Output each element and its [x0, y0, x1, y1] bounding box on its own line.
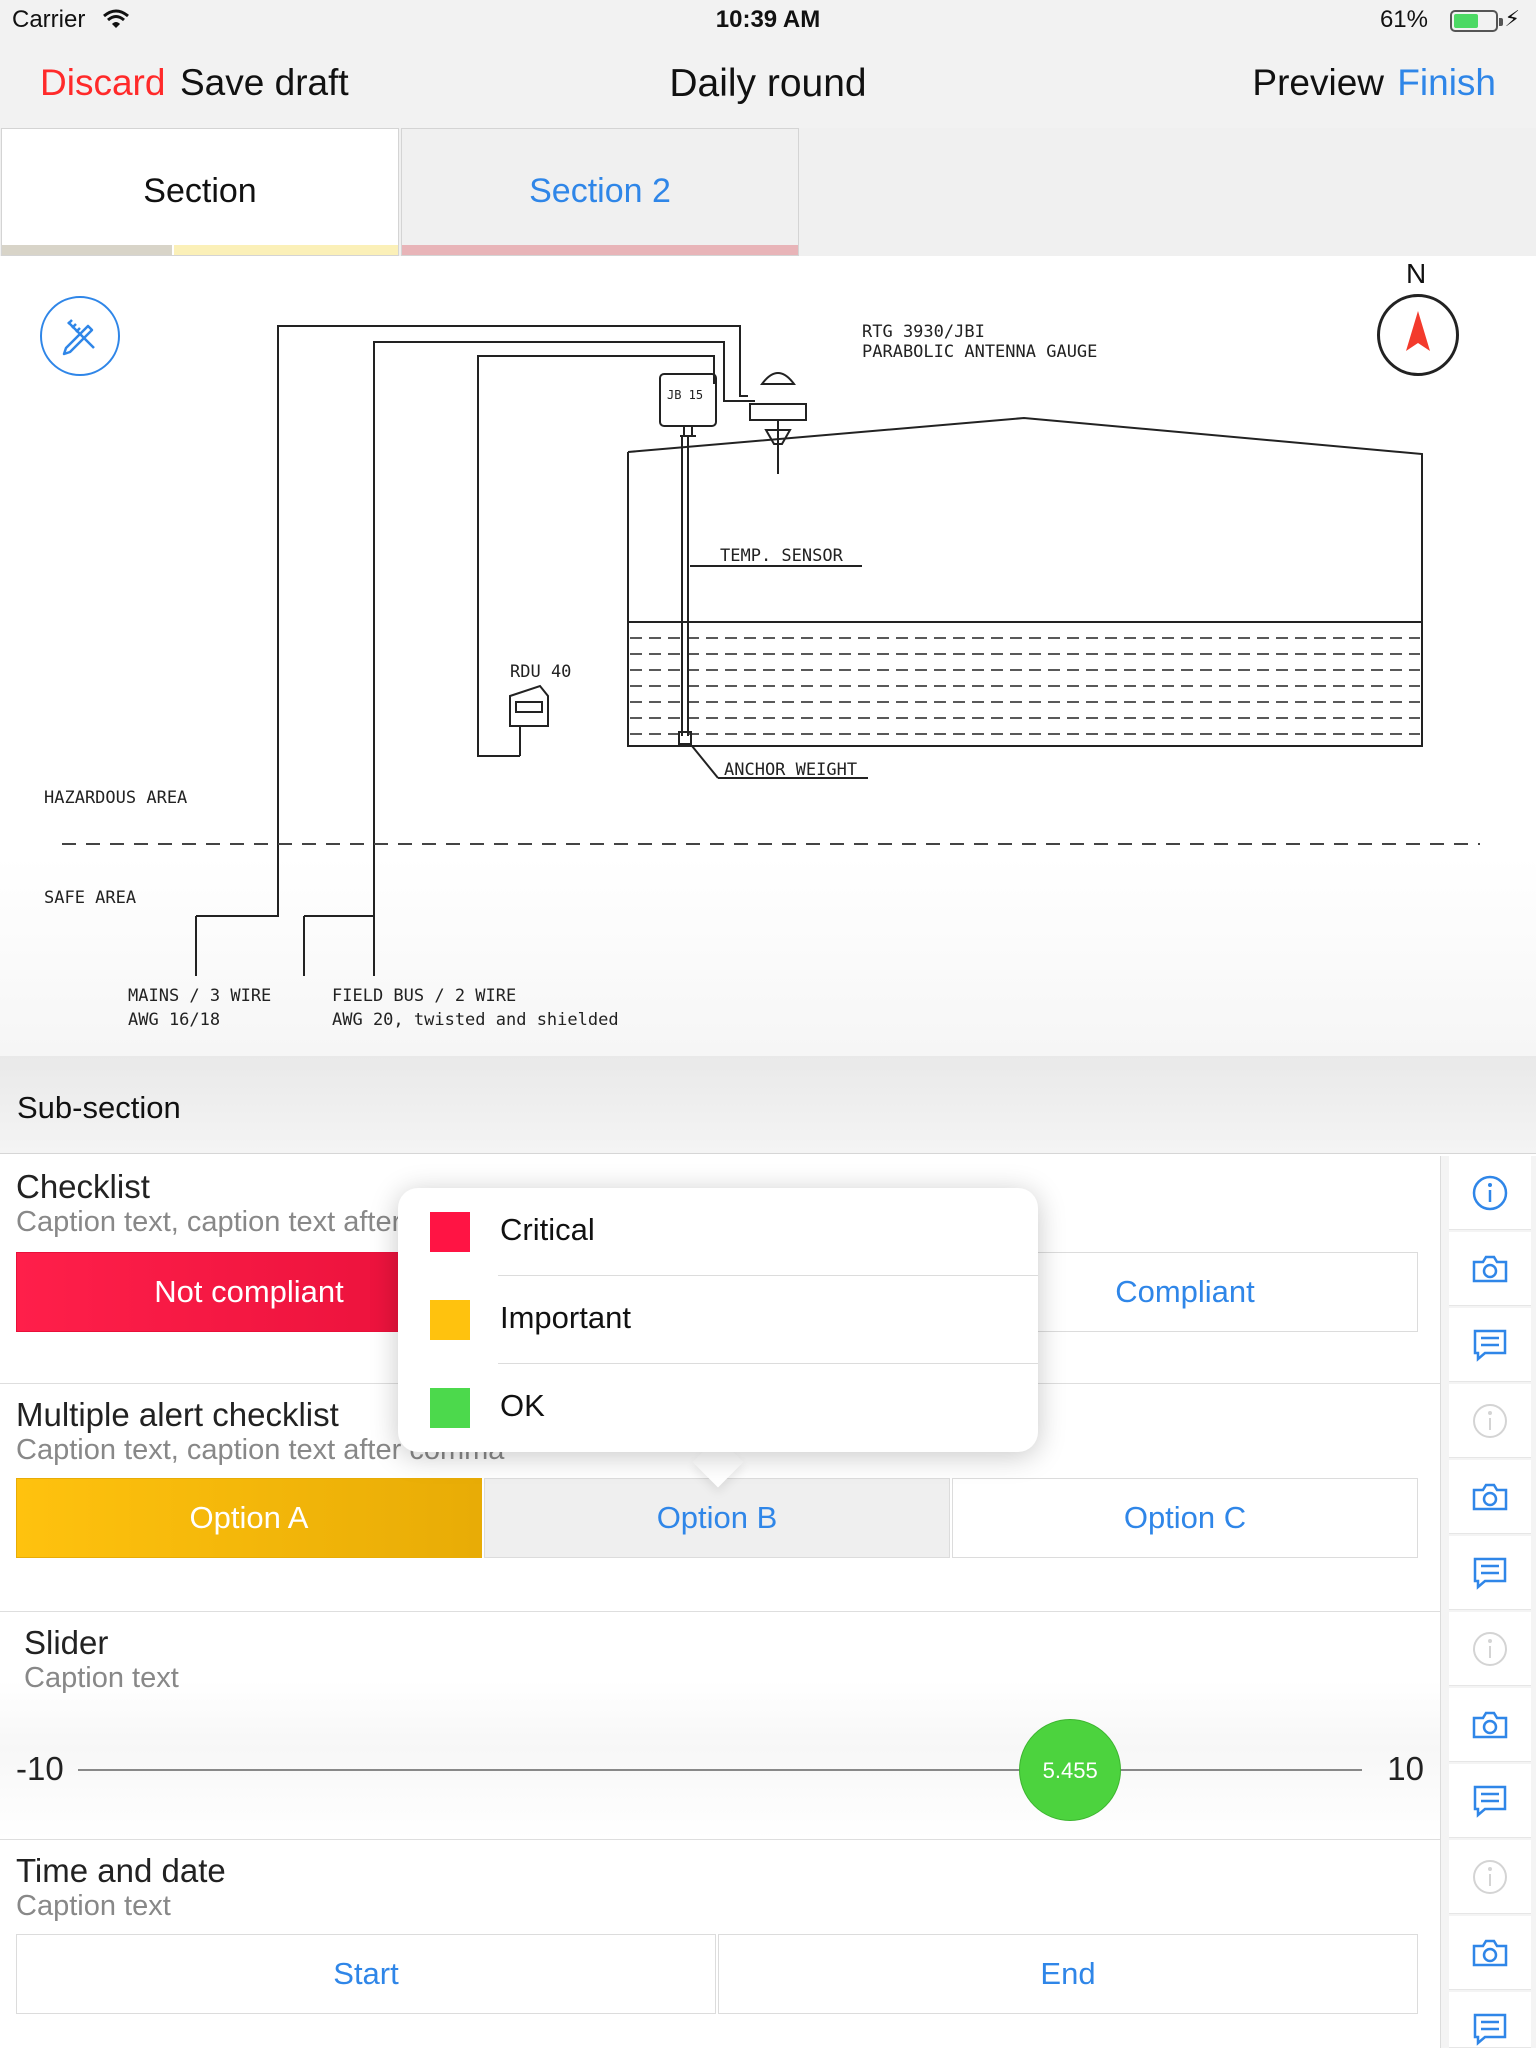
slider-title: Slider — [24, 1624, 109, 1661]
tab-status-stripe — [402, 245, 798, 255]
camera-button[interactable] — [1449, 1232, 1531, 1306]
camera-button[interactable] — [1449, 1688, 1531, 1762]
comment-icon — [1473, 1557, 1507, 1590]
option-b-button[interactable]: Option B — [484, 1478, 950, 1558]
comment-icon — [1473, 2013, 1507, 2046]
slider-thumb[interactable]: 5.455 — [1019, 1719, 1122, 1821]
multi-alert-title: Multiple alert checklist — [16, 1396, 339, 1433]
anchor-label: ANCHOR WEIGHT — [724, 760, 858, 780]
comment-icon — [1473, 1785, 1507, 1818]
status-bar: Carrier 10:39 AM 61% ⚡ — [0, 0, 1536, 40]
comment-button[interactable] — [1449, 1536, 1531, 1610]
schematic-drawing[interactable]: RTG 3930/JBI PARABOLIC ANTENNA GAUGE JB … — [0, 256, 1536, 1056]
tab-label: Section — [143, 172, 257, 210]
bolt-icon: ⚡ — [1504, 6, 1520, 31]
camera-icon — [1472, 1483, 1508, 1511]
info-button[interactable] — [1449, 1612, 1531, 1686]
comment-button[interactable] — [1449, 1308, 1531, 1382]
tab-status-stripe — [2, 245, 172, 255]
battery-percent: 61% — [1379, 6, 1428, 33]
preview-button[interactable]: Preview — [1252, 62, 1384, 104]
tab-section-2[interactable]: Section 2 — [401, 128, 799, 256]
time-date-title: Time and date — [16, 1852, 226, 1889]
start-button[interactable]: Start — [16, 1934, 716, 2014]
edit-drawing-button[interactable] — [40, 296, 120, 376]
info-icon — [1473, 1860, 1507, 1894]
temp-sensor-label: TEMP. SENSOR — [720, 546, 843, 566]
important-swatch — [430, 1300, 470, 1340]
time-date-caption: Caption text — [16, 1890, 171, 1922]
option-c-button[interactable]: Option C — [952, 1478, 1418, 1558]
safe-area-label: SAFE AREA — [44, 888, 137, 908]
tank-schematic — [62, 325, 1480, 976]
info-icon — [1473, 1404, 1507, 1438]
compass-north-label: N — [1406, 258, 1427, 289]
alert-option-label: Important — [500, 1300, 631, 1335]
alert-option-critical[interactable]: Critical — [398, 1188, 1038, 1276]
fieldbus-label-sub: AWG 20, twisted and shielded — [332, 1010, 619, 1030]
info-button[interactable] — [1449, 1384, 1531, 1458]
camera-button[interactable] — [1449, 1916, 1531, 1990]
alert-level-popover: Critical Important OK — [398, 1188, 1038, 1452]
alert-option-important[interactable]: Important — [398, 1276, 1038, 1364]
tab-status-stripe — [174, 245, 398, 255]
comment-icon — [1473, 1329, 1507, 1362]
camera-icon — [1472, 1939, 1508, 1967]
compass-icon — [1377, 294, 1459, 376]
comment-button[interactable] — [1449, 1992, 1531, 2048]
comment-button[interactable] — [1449, 1764, 1531, 1838]
info-button[interactable] — [1449, 1156, 1531, 1230]
ok-swatch — [430, 1388, 470, 1428]
info-icon — [1473, 1632, 1507, 1666]
fieldbus-label: FIELD BUS / 2 WIRE — [332, 986, 517, 1006]
info-button[interactable] — [1449, 1840, 1531, 1914]
battery-icon — [1450, 10, 1503, 32]
tab-label: Section 2 — [529, 172, 671, 210]
tab-section[interactable]: Section — [1, 128, 399, 256]
camera-icon — [1472, 1255, 1508, 1283]
slider-caption: Caption text — [24, 1662, 179, 1694]
subsection-title: Sub-section — [17, 1090, 181, 1125]
slider-max-label: 10 — [1387, 1750, 1424, 1787]
gauge-label: RTG 3930/JBI — [862, 322, 985, 342]
section-tabs: Section Section 2 — [0, 128, 1536, 256]
gauge-label-sub: PARABOLIC ANTENNA GAUGE — [862, 342, 1098, 362]
checklist-title: Checklist — [16, 1168, 150, 1205]
slider-min-label: -10 — [16, 1750, 64, 1787]
alert-option-ok[interactable]: OK — [398, 1364, 1038, 1452]
row-actions-column — [1440, 1156, 1536, 2048]
mains-label-sub: AWG 16/18 — [128, 1010, 221, 1030]
camera-icon — [1472, 1711, 1508, 1739]
slider-track[interactable] — [78, 1769, 1362, 1771]
end-button[interactable]: End — [718, 1934, 1418, 2014]
alert-option-label: OK — [500, 1388, 545, 1423]
navigation-bar: Discard Save draft Daily round Preview F… — [0, 40, 1536, 128]
clock: 10:39 AM — [715, 6, 821, 33]
pencil-ruler-icon — [62, 319, 95, 356]
alert-option-label: Critical — [500, 1212, 595, 1247]
option-a-button[interactable]: Option A — [16, 1478, 482, 1558]
camera-button[interactable] — [1449, 1460, 1531, 1534]
info-icon — [1472, 1175, 1508, 1211]
jb-label: JB 15 — [667, 388, 704, 402]
battery-fill — [1454, 14, 1479, 28]
hazardous-area-label: HAZARDOUS AREA — [44, 788, 188, 808]
rdu-label: RDU 40 — [510, 662, 572, 682]
time-date-row: Time and date Caption text Start End — [0, 1840, 1440, 2048]
finish-button[interactable]: Finish — [1397, 62, 1496, 104]
mains-label: MAINS / 3 WIRE — [128, 986, 272, 1006]
subsection-header: Sub-section — [0, 1056, 1536, 1154]
slider-row: Slider Caption text -10 10 5.455 — [0, 1612, 1440, 1840]
critical-swatch — [430, 1212, 470, 1252]
